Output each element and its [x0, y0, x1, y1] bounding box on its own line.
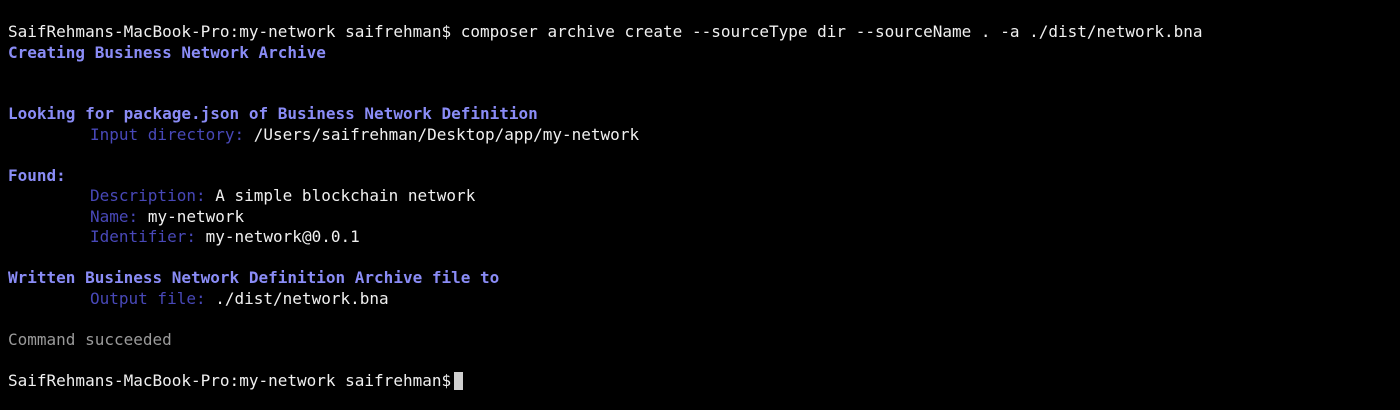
description-label: Description: — [90, 186, 206, 205]
name-value: my-network — [147, 206, 245, 226]
terminal-cursor[interactable] — [454, 371, 464, 390]
creating-archive-heading: Creating Business Network Archive — [8, 42, 326, 62]
command-succeeded-message: Command succeeded — [8, 329, 172, 349]
name-line: Name: my-network — [8, 207, 1400, 228]
identifier-label: Identifier: — [90, 227, 196, 246]
final-prompt-line[interactable]: SaifRehmans-MacBook-Pro:my-network saifr… — [8, 371, 1400, 392]
output-file-line: Output file: ./dist/network.bna — [8, 289, 1400, 310]
command-text: composer archive create --sourceType dir… — [460, 22, 1203, 41]
command-line: SaifRehmans-MacBook-Pro:my-network saifr… — [8, 22, 1400, 43]
final-shell-prompt: SaifRehmans-MacBook-Pro:my-network saifr… — [8, 370, 452, 390]
output-file-label: Output file: — [90, 288, 206, 308]
description-line: Description: A simple blockchain network — [8, 186, 1400, 207]
description-value: A simple blockchain network — [215, 186, 476, 205]
identifier-value: my-network@0.0.1 — [205, 227, 360, 246]
input-directory-line: Input directory: /Users/saifrehman/Deskt… — [8, 125, 1400, 146]
input-directory-label: Input directory: — [90, 124, 245, 144]
input-directory-value: /Users/saifrehman/Desktop/app/my-network — [253, 124, 640, 144]
found-heading: Found: — [8, 165, 66, 185]
shell-prompt: SaifRehmans-MacBook-Pro:my-network saifr… — [8, 22, 452, 41]
terminal-window[interactable]: SaifRehmans-MacBook-Pro:my-network saifr… — [0, 0, 1400, 410]
name-label: Name: — [90, 206, 139, 226]
looking-for-package-heading: Looking for package.json of Business Net… — [8, 104, 538, 123]
written-archive-heading: Written Business Network Definition Arch… — [8, 268, 500, 287]
output-file-value: ./dist/network.bna — [215, 288, 389, 308]
identifier-line: Identifier: my-network@0.0.1 — [8, 227, 1400, 248]
